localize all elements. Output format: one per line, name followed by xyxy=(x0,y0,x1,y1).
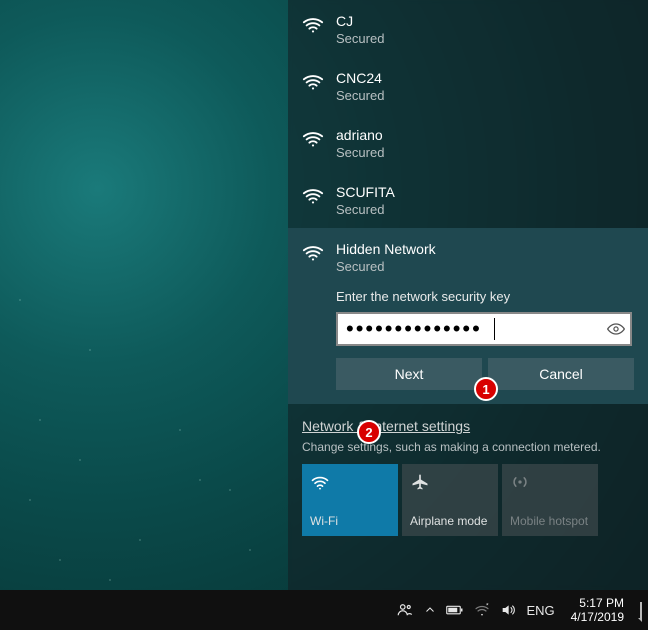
settings-section: Network & Internet settings Change setti… xyxy=(288,404,648,464)
volume-icon[interactable] xyxy=(500,602,516,618)
people-icon[interactable] xyxy=(396,601,414,619)
text-cursor xyxy=(494,318,495,340)
wifi-icon xyxy=(302,71,324,93)
network-status: Secured xyxy=(336,144,384,161)
network-item[interactable]: adriano Secured xyxy=(288,114,648,171)
next-button[interactable]: Next xyxy=(336,358,482,390)
language-indicator[interactable]: ENG xyxy=(526,603,554,618)
selected-network-panel: Hidden Network Secured Enter the network… xyxy=(288,228,648,404)
annotation-badge-2: 2 xyxy=(357,420,381,444)
reveal-password-icon[interactable] xyxy=(606,319,626,339)
network-item[interactable]: SCUFITA Secured xyxy=(288,171,648,228)
mobile-hotspot-tile[interactable]: Mobile hotspot xyxy=(502,464,598,536)
annotation-badge-1: 1 xyxy=(474,377,498,401)
network-name: CJ xyxy=(336,12,384,30)
svg-text:*: * xyxy=(486,602,489,609)
network-item-selected[interactable]: Hidden Network Secured xyxy=(288,228,648,283)
network-settings-link[interactable]: Network & Internet settings xyxy=(302,418,470,434)
network-status: Secured xyxy=(336,30,384,47)
desktop: CJ Secured CNC24 Secured adriano xyxy=(0,0,648,630)
airplane-icon xyxy=(410,472,490,492)
taskbar: * ENG 5:17 PM 4/17/2019 xyxy=(0,590,648,630)
settings-description: Change settings, such as making a connec… xyxy=(302,440,634,454)
network-item[interactable]: CJ Secured xyxy=(288,0,648,57)
quick-action-tiles: Wi-Fi Airplane mode Mobile hotspot xyxy=(288,464,648,544)
network-status: Secured xyxy=(336,258,436,275)
network-status: Secured xyxy=(336,87,384,104)
wifi-tile[interactable]: Wi-Fi xyxy=(302,464,398,536)
wifi-icon xyxy=(310,472,390,492)
wifi-icon xyxy=(302,242,324,264)
airplane-mode-tile[interactable]: Airplane mode xyxy=(402,464,498,536)
network-name: SCUFITA xyxy=(336,183,395,201)
taskbar-clock[interactable]: 5:17 PM 4/17/2019 xyxy=(571,596,624,624)
tray-chevron-up-icon[interactable] xyxy=(424,604,436,616)
network-list: CJ Secured CNC24 Secured adriano xyxy=(288,0,648,228)
wifi-icon xyxy=(302,185,324,207)
network-status: Secured xyxy=(336,201,395,218)
wifi-connecting-icon[interactable]: * xyxy=(474,602,490,618)
network-name: adriano xyxy=(336,126,384,144)
tile-label: Mobile hotspot xyxy=(510,514,590,528)
wifi-icon xyxy=(302,14,324,36)
network-item[interactable]: CNC24 Secured xyxy=(288,57,648,114)
hotspot-icon xyxy=(510,472,590,492)
wifi-icon xyxy=(302,128,324,150)
tile-label: Airplane mode xyxy=(410,514,490,528)
network-flyout: CJ Secured CNC24 Secured adriano xyxy=(288,0,648,590)
cancel-button[interactable]: Cancel xyxy=(488,358,634,390)
clock-date: 4/17/2019 xyxy=(571,610,624,624)
tile-label: Wi-Fi xyxy=(310,514,390,528)
security-key-prompt: Enter the network security key xyxy=(288,289,648,304)
security-key-input[interactable] xyxy=(336,312,632,346)
network-name: CNC24 xyxy=(336,69,384,87)
clock-time: 5:17 PM xyxy=(571,596,624,610)
battery-icon[interactable] xyxy=(446,604,464,616)
action-center-icon[interactable] xyxy=(640,603,642,618)
network-name: Hidden Network xyxy=(336,240,436,258)
